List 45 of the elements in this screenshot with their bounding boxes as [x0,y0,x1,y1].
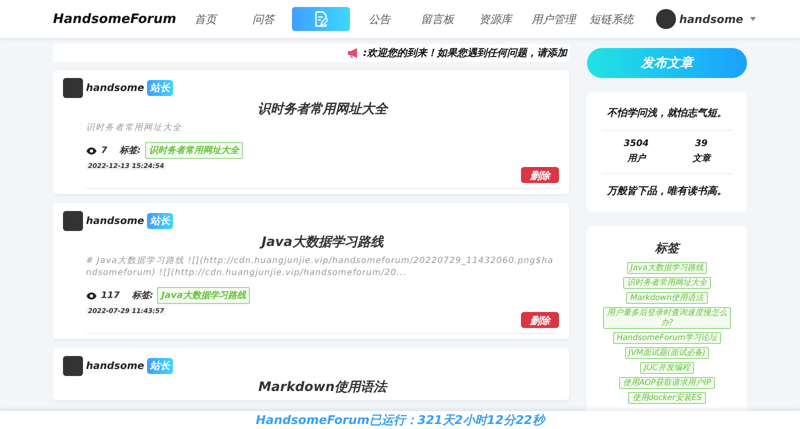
announcement-text: :欢迎您的到来！如果您遇到任何问题，请添加 [363,46,567,60]
post-title[interactable]: 识时务者常用网址大全 [86,100,559,118]
view-count: 117 [101,290,120,300]
post-summary: # Java大数据学习路线 ![](http://cdn.huangjunjie.vip/handsomeforum/20220729_11432060.png$handsomeforum) ![](http://cdn.huangjunjie.vip/handsomeforum/20... [86,255,554,279]
avatar-image[interactable] [656,9,676,29]
stat-label: 用户 [626,152,648,165]
megaphone-icon [347,47,360,59]
site-logo[interactable]: HandsomeForum [53,12,176,26]
eye-icon [86,146,97,154]
view-count: 7 [101,146,108,156]
author-name: handsome [86,216,144,226]
nav-tab[interactable]: 问答 [234,7,292,31]
post-summary: 识时务者常用网址大全 [86,122,183,134]
nav-tab[interactable]: 首页 [176,7,234,31]
tags-title: 标签 [655,240,679,257]
role-badge: 站长 [147,213,174,229]
stat-value: 3504 [624,139,649,149]
delete-button[interactable]: 删除 [521,167,559,183]
nav-tab[interactable]: 短链系统 [582,7,640,31]
avatar-image [63,78,83,98]
motto-text: 万般皆下品，唯有读书高。 [606,184,728,199]
username-menu[interactable]: handsome [679,12,744,26]
avatar-image [63,211,83,231]
motto-text: 不怕学问浅，就怕志气短。 [606,106,728,121]
tags-label: 标签: [119,144,141,157]
author-name: handsome [86,360,144,372]
role-badge: 站长 [147,358,174,374]
uptime-footer: HandsomeForum已运行：321天2小时12分22秒 [0,411,800,429]
author-name: handsome [86,82,144,94]
avatar-image [63,356,83,376]
tags-label: 标签: [132,290,154,302]
role-badge: 站长 [147,80,174,96]
nav-tab[interactable]: 留言板 [408,7,466,31]
eye-icon [86,292,97,300]
stat-value: 39 [694,139,709,149]
stat-label: 文章 [692,152,710,165]
delete-button[interactable]: 删除 [521,312,559,328]
nav-tab[interactable]: 资源库 [466,7,524,31]
post-title[interactable]: Markdown使用语法 [86,378,559,396]
post-title[interactable]: Java大数据学习路线 [86,233,559,251]
nav-tab[interactable]: 公告 [350,7,408,31]
nav-tab[interactable] [292,7,350,31]
nav-tab[interactable]: 用户管理 [524,7,582,31]
edit-document-icon [314,11,328,27]
caret-icon[interactable] [750,17,756,21]
